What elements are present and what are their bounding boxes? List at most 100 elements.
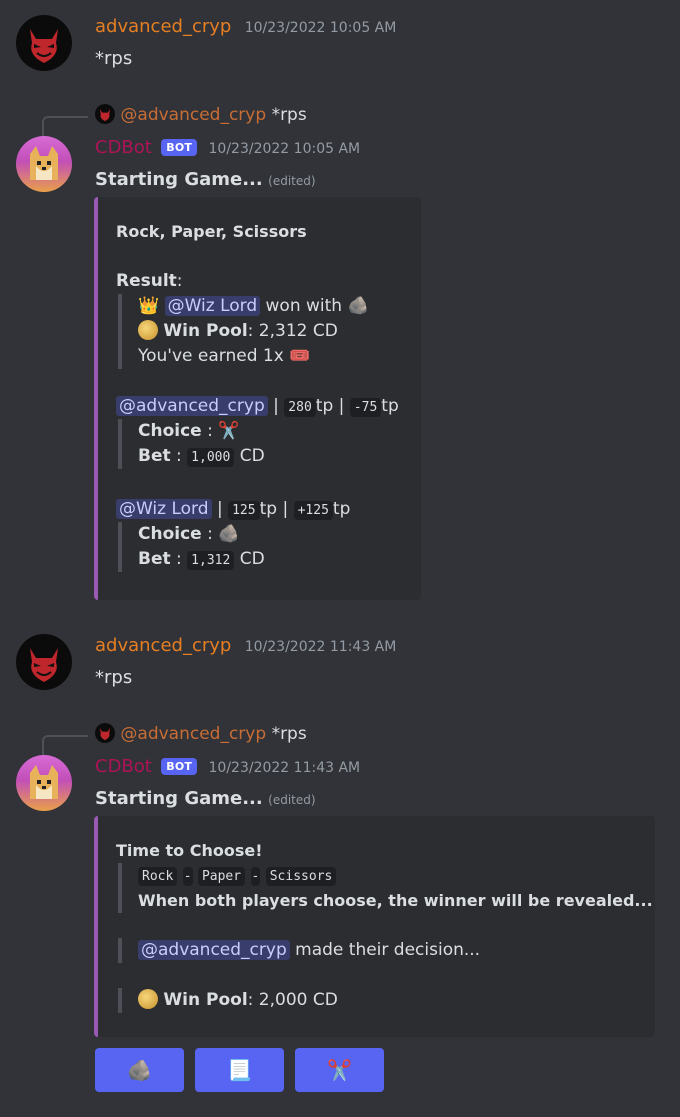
devil-avatar-icon [100,109,110,122]
separator: | [216,499,223,519]
time-to-choose-embed: Time to Choose! Rock - Paper - Scissors … [94,816,655,1037]
colon: : [176,446,182,466]
username[interactable]: CDBot [95,756,152,777]
bot-message-content: Starting Game... (edited) [95,788,316,809]
player-mention[interactable]: @advanced_cryp [116,396,268,416]
bot-badge: BOT [161,139,198,156]
avatar-cdbot[interactable] [16,136,72,192]
timestamp: 10/23/2022 10:05 AM [208,141,361,157]
scissors-button[interactable]: ✂️ [295,1048,384,1092]
choice-label: Choice [138,524,202,544]
tp-value: 125 [228,501,260,520]
timestamp: 10/23/2022 11:43 AM [244,639,397,655]
separator: | [273,396,279,416]
embed-title: Rock, Paper, Scissors [116,222,307,241]
game-result-embed: Rock, Paper, Scissors Result: 👑 @Wiz Lor… [94,197,421,600]
option-separator: - [182,867,193,886]
bet-line: Bet : 1,000 CD [138,444,399,469]
win-pool-label: Win Pool [163,990,248,1010]
colon: : [176,549,182,569]
choice-label: Choice [138,421,202,441]
timestamp: 10/23/2022 10:05 AM [244,20,397,36]
tp-unit: tp [259,499,278,519]
reply-connector [42,735,88,755]
rock-icon: 🪨 [218,524,240,544]
bet-unit: CD [239,446,265,466]
reply-text: *rps [271,105,307,125]
choice-line: Choice : ✂️ [138,419,399,444]
username[interactable]: CDBot [95,137,152,158]
result-label: Result [116,271,177,291]
embed-title: Time to Choose! [116,841,263,860]
tp-delta: +125 [293,501,333,520]
options-line: Rock - Paper - Scissors [138,863,653,888]
message-header: advanced_cryp 10/23/2022 11:43 AM [95,635,396,656]
separator: | [338,396,345,416]
tp-unit: tp [315,396,334,416]
username[interactable]: advanced_cryp [95,16,231,37]
decision-mention[interactable]: @advanced_cryp [138,940,290,960]
message-title: Starting Game... [95,169,263,190]
crown-icon: 👑 [138,296,160,316]
won-with-text: won with [265,296,343,316]
devil-avatar-icon [100,728,110,741]
winner-mention[interactable]: @Wiz Lord [164,296,261,316]
rock-button[interactable]: 🪨 [95,1048,184,1092]
rock-icon: 🪨 [127,1058,152,1082]
reply-mention[interactable]: @advanced_cryp [120,105,266,125]
instructions-quote: Rock - Paper - Scissors When both player… [118,863,653,913]
player-quote: Choice : 🪨 Bet : 1,312 CD [118,522,399,572]
tp-value: 280 [284,398,316,417]
coin-icon [138,320,158,340]
option-separator: - [250,867,261,886]
edited-label: (edited) [268,793,316,807]
avatar-advanced-cryp[interactable] [16,634,72,690]
win-pool-value: : 2,000 CD [247,990,338,1010]
win-pool-value: : 2,312 CD [247,321,338,341]
timestamp: 10/23/2022 11:43 AM [208,760,361,776]
ticket-icon: 🎟️ [289,346,311,366]
reply-preview[interactable]: @advanced_cryp *rps [95,104,307,125]
message-header: advanced_cryp 10/23/2022 10:05 AM [95,16,396,37]
doge-avatar-icon [30,765,58,799]
tp-unit: tp [332,499,351,519]
bet-value: 1,312 [187,551,235,570]
reply-preview[interactable]: @advanced_cryp *rps [95,723,307,744]
devil-avatar-icon [30,648,58,682]
earned-line: You've earned 1x 🎟️ [138,344,399,369]
coin-icon [138,989,158,1009]
bot-badge: BOT [161,758,198,775]
separator: | [282,499,289,519]
option-paper: Paper [197,867,246,886]
result-heading: Result: [116,269,399,294]
username[interactable]: advanced_cryp [95,635,231,656]
player-quote: Choice : ✂️ Bet : 1,000 CD [118,419,399,469]
player-mention[interactable]: @Wiz Lord [116,499,212,519]
win-pool-line: Win Pool: 2,312 CD [138,319,399,344]
reply-text: *rps [271,724,307,744]
paper-button[interactable]: 📃 [195,1048,284,1092]
tp-delta: -75 [349,398,382,417]
bot-message-content: Starting Game... (edited) [95,169,316,190]
reply-mention[interactable]: @advanced_cryp [120,724,266,744]
option-rock: Rock [138,867,178,886]
colon: : [207,421,213,441]
bet-label: Bet [138,446,171,466]
message-title: Starting Game... [95,788,263,809]
decision-text: made their decision... [295,940,481,960]
player-line: @Wiz Lord | 125 tp | +125 tp [116,497,399,522]
instructions-text: When both players choose, the winner wil… [138,891,653,910]
player-line: @advanced_cryp | 280 tp | -75 tp [116,394,399,419]
avatar-cdbot[interactable] [16,755,72,811]
win-pool-quote: Win Pool: 2,000 CD [118,988,653,1013]
doge-avatar-icon [30,146,58,180]
reply-connector [42,116,88,136]
choice-line: Choice : 🪨 [138,522,399,547]
colon: : [176,271,183,291]
message-text: *rps [95,48,133,69]
message-header: CDBot BOT 10/23/2022 10:05 AM [95,137,360,158]
avatar-advanced-cryp[interactable] [16,15,72,71]
tp-unit: tp [381,396,399,416]
reply-avatar [95,723,115,743]
devil-avatar-icon [30,29,58,63]
